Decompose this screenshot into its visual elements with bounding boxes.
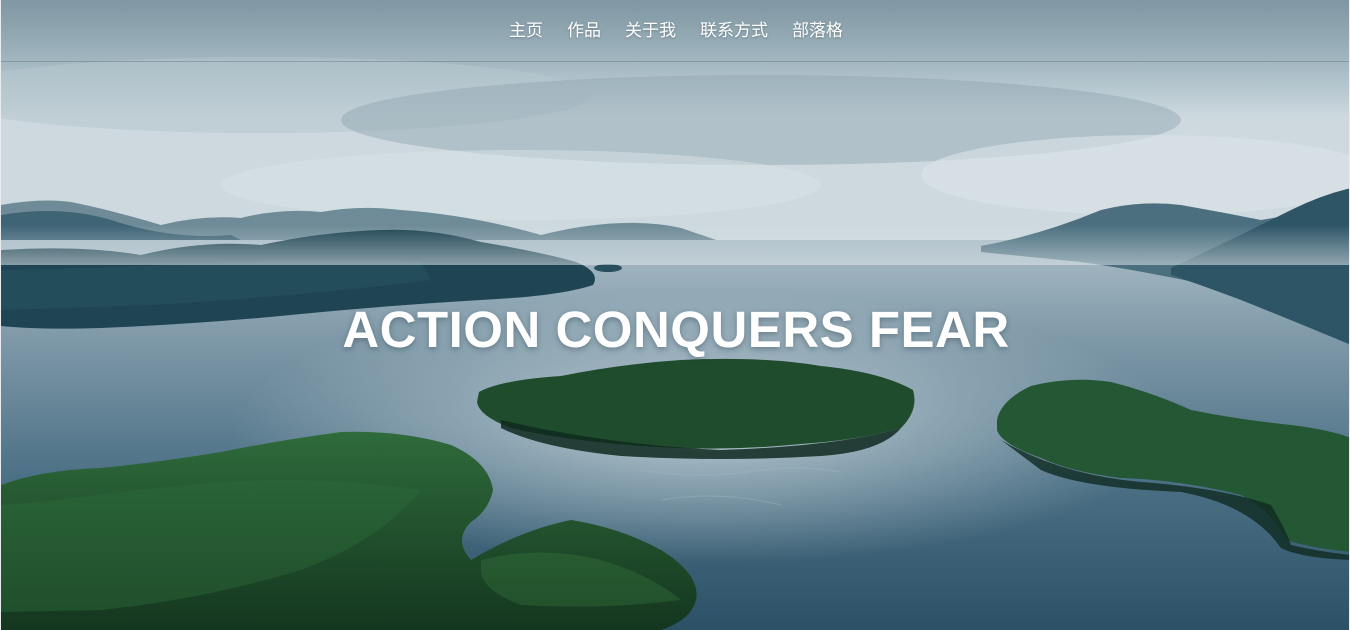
nav-item-blog[interactable]: 部落格 — [780, 23, 855, 40]
hero-section: 主页 作品 关于我 联系方式 部落格 ACTION CONQUERS FEAR — [0, 0, 1350, 630]
nav-item-home[interactable]: 主页 — [497, 23, 555, 40]
nav-item-about[interactable]: 关于我 — [613, 23, 688, 40]
nav-item-works[interactable]: 作品 — [555, 23, 613, 40]
hero-headline: ACTION CONQUERS FEAR — [342, 301, 1010, 358]
nav-item-contact[interactable]: 联系方式 — [688, 23, 780, 40]
top-navigation: 主页 作品 关于我 联系方式 部落格 — [1, 0, 1349, 62]
